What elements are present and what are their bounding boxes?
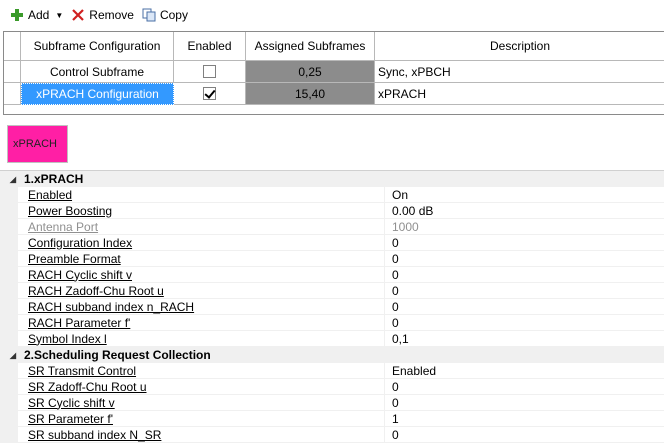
property-row[interactable]: SR Parameter f' 1	[0, 411, 664, 427]
column-header-subframe-configuration[interactable]: Subframe Configuration	[21, 32, 174, 61]
property-value[interactable]: 0	[384, 395, 664, 411]
add-label: Add	[28, 8, 50, 22]
property-row[interactable]: SR Transmit Control Enabled	[0, 363, 664, 379]
remove-button[interactable]: Remove	[71, 4, 134, 26]
property-row[interactable]: SR Zadoff-Chu Root u 0	[0, 379, 664, 395]
row-header[interactable]	[4, 83, 21, 105]
property-row[interactable]: SR subband index N_SR 0	[0, 427, 664, 443]
toolbar: Add ▼ Remove Copy	[0, 0, 664, 30]
property-row[interactable]: RACH Zadoff-Chu Root u 0	[0, 283, 664, 299]
category-title: 2.Scheduling Request Collection	[24, 348, 211, 362]
subframe-name-cell[interactable]: Control Subframe	[21, 61, 174, 83]
property-value[interactable]: 0,1	[384, 331, 664, 347]
enabled-checkbox[interactable]	[203, 87, 216, 100]
property-value[interactable]: 0	[384, 267, 664, 283]
property-value[interactable]: 0	[384, 251, 664, 267]
copy-label: Copy	[159, 8, 188, 22]
subframe-grid: Subframe Configuration Enabled Assigned …	[3, 31, 664, 115]
property-row[interactable]: Enabled On	[0, 187, 664, 203]
property-value[interactable]: 0	[384, 315, 664, 331]
property-name: RACH Parameter f'	[28, 315, 131, 330]
property-name: Power Boosting	[28, 203, 113, 218]
copy-button[interactable]: Copy	[142, 4, 188, 26]
property-row[interactable]: Preamble Format 0	[0, 251, 664, 267]
property-name: Preamble Format	[28, 251, 121, 266]
property-value[interactable]: 0.00 dB	[384, 203, 664, 219]
property-value[interactable]: On	[384, 187, 664, 203]
chevron-down-icon[interactable]: ▼	[55, 11, 63, 20]
property-name: SR Cyclic shift v	[28, 395, 115, 410]
assigned-subframes-cell[interactable]: 0,25	[246, 61, 375, 83]
property-name: Symbol Index l	[28, 331, 107, 346]
property-name: Antenna Port	[28, 219, 99, 234]
property-value[interactable]: 1	[384, 411, 664, 427]
property-value[interactable]: 0	[384, 427, 664, 443]
collapse-triangle-icon[interactable]: ◢	[6, 351, 20, 360]
property-value[interactable]: 0	[384, 299, 664, 315]
column-header-enabled[interactable]: Enabled	[174, 32, 246, 61]
property-value[interactable]: 0	[384, 235, 664, 251]
property-name: SR Zadoff-Chu Root u	[28, 379, 147, 394]
property-name: Enabled	[28, 187, 73, 202]
enabled-checkbox[interactable]	[203, 65, 216, 78]
property-row[interactable]: RACH subband index n_RACH 0	[0, 299, 664, 315]
property-row[interactable]: Symbol Index l 0,1	[0, 331, 664, 347]
property-value[interactable]: Enabled	[384, 363, 664, 379]
delete-x-icon	[71, 8, 85, 22]
property-name: SR Transmit Control	[28, 363, 137, 378]
collapse-triangle-icon[interactable]: ◢	[6, 175, 20, 184]
category-xprach[interactable]: ◢ 1.xPRACH	[0, 171, 664, 187]
description-cell[interactable]: xPRACH	[375, 83, 664, 105]
property-row[interactable]: RACH Cyclic shift v 0	[0, 267, 664, 283]
property-value[interactable]: 0	[384, 379, 664, 395]
remove-label: Remove	[89, 8, 134, 22]
column-header-description[interactable]: Description	[375, 32, 664, 61]
row-header[interactable]	[4, 61, 21, 83]
column-header-assigned-subframes[interactable]: Assigned Subframes	[246, 32, 375, 61]
grid-header-row: Subframe Configuration Enabled Assigned …	[4, 32, 664, 61]
property-name: Configuration Index	[28, 235, 133, 250]
property-grid: ◢ 1.xPRACH Enabled On Power Boosting 0.00 …	[0, 170, 664, 448]
property-row: Antenna Port 1000	[0, 219, 664, 235]
table-row[interactable]: Control Subframe 0,25 Sync, xPBCH	[4, 61, 664, 83]
property-name: SR subband index N_SR	[28, 427, 162, 442]
enabled-cell[interactable]	[174, 83, 246, 105]
category-title: 1.xPRACH	[24, 172, 84, 186]
copy-icon	[142, 8, 156, 22]
xprach-tile[interactable]: xPRACH	[7, 125, 68, 163]
property-row[interactable]: Configuration Index 0	[0, 235, 664, 251]
property-value[interactable]: 0	[384, 283, 664, 299]
property-name: RACH Zadoff-Chu Root u	[28, 283, 164, 298]
plus-icon	[10, 8, 24, 22]
property-value: 1000	[384, 219, 664, 235]
property-name: RACH subband index n_RACH	[28, 299, 195, 314]
assigned-subframes-cell[interactable]: 15,40	[246, 83, 375, 105]
property-row[interactable]: RACH Parameter f' 0	[0, 315, 664, 331]
property-name: RACH Cyclic shift v	[28, 267, 133, 282]
property-row[interactable]: Power Boosting 0.00 dB	[0, 203, 664, 219]
description-cell[interactable]: Sync, xPBCH	[375, 61, 664, 83]
property-name: SR Parameter f'	[28, 411, 113, 426]
add-button[interactable]: Add ▼	[10, 4, 63, 26]
category-scheduling-request[interactable]: ◢ 2.Scheduling Request Collection	[0, 347, 664, 363]
table-row[interactable]: xPRACH Configuration 15,40 xPRACH	[4, 83, 664, 105]
subframe-name-cell[interactable]: xPRACH Configuration	[21, 83, 174, 105]
row-header-corner	[4, 32, 21, 61]
enabled-cell[interactable]	[174, 61, 246, 83]
property-row[interactable]: SR Cyclic shift v 0	[0, 395, 664, 411]
